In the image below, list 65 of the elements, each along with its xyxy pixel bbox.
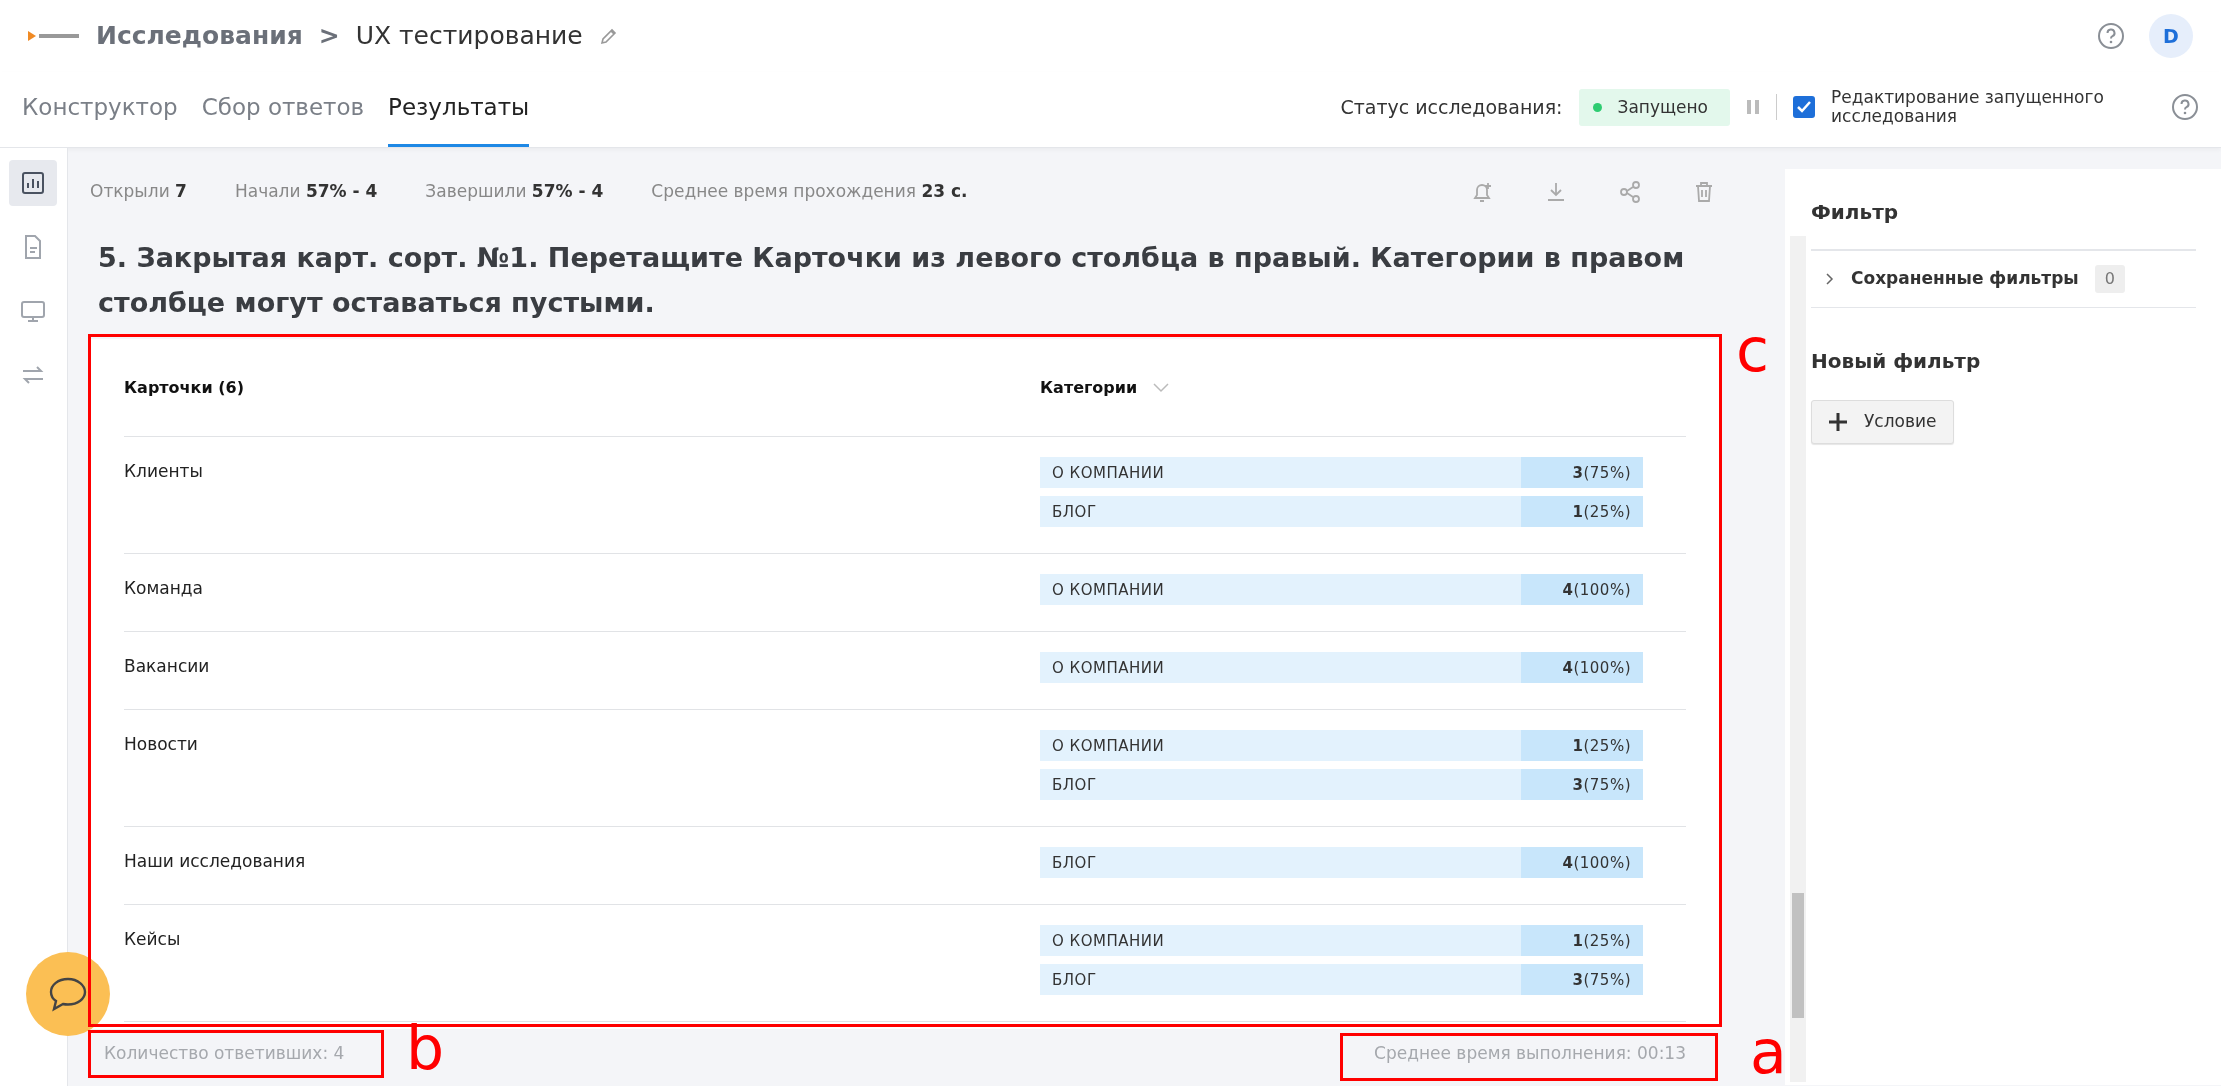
stat-text: Завершили 57% - 4 bbox=[425, 180, 604, 204]
category-result: 3(75%) bbox=[1521, 457, 1643, 489]
help-icon[interactable] bbox=[2097, 22, 2125, 50]
stat-text: Среднее время прохождения 23 с. bbox=[651, 180, 968, 204]
annotation-label: a bbox=[1750, 1022, 1787, 1082]
chevron-right-icon[interactable] bbox=[1825, 272, 1835, 286]
count-badge: 0 bbox=[2094, 265, 2125, 293]
checkmark-icon bbox=[1797, 101, 1811, 114]
category-name: О КОМПАНИИ bbox=[1040, 730, 1521, 762]
category-result: 1(25%) bbox=[1521, 730, 1643, 762]
status-badge: Запущено bbox=[1578, 88, 1730, 127]
category-name: О КОМПАНИИ bbox=[1040, 574, 1521, 606]
chevron-down-icon[interactable] bbox=[1153, 382, 1170, 393]
share-icon[interactable] bbox=[1617, 179, 1643, 205]
card-name: Новости bbox=[124, 733, 199, 757]
stat-text: Начали 57% - 4 bbox=[234, 180, 378, 204]
category-result: 3(75%) bbox=[1521, 964, 1643, 996]
add-condition-button[interactable]: Условие bbox=[1811, 400, 1954, 444]
category-result: 4(100%) bbox=[1521, 574, 1643, 606]
category-result: 4(100%) bbox=[1521, 847, 1643, 879]
checkbox[interactable] bbox=[1793, 96, 1815, 119]
card-name: Клиенты bbox=[124, 460, 204, 484]
category-result: 4(100%) bbox=[1521, 652, 1643, 684]
category-name: БЛОГ bbox=[1040, 769, 1521, 801]
tab[interactable]: Результаты bbox=[388, 71, 530, 147]
logo-icon bbox=[28, 29, 80, 43]
section-title: Новый фильтр bbox=[1811, 348, 1982, 375]
study-title: UX тестирование bbox=[355, 20, 583, 53]
tab[interactable]: Конструктор bbox=[22, 71, 178, 147]
card-name: Наши исследования bbox=[124, 850, 307, 874]
annotation-label: c bbox=[1736, 320, 1769, 380]
category-result: 3(75%) bbox=[1521, 769, 1643, 801]
chart-icon[interactable] bbox=[9, 160, 57, 206]
card-name: Кейсы bbox=[124, 928, 182, 952]
category-name: О КОМПАНИИ bbox=[1040, 652, 1521, 684]
breadcrumb-link[interactable]: Исследования bbox=[96, 17, 303, 55]
plus-icon bbox=[1828, 411, 1848, 432]
user-avatar[interactable]: D bbox=[2149, 14, 2193, 58]
pause-icon[interactable] bbox=[1746, 98, 1760, 117]
saved-filters-toggle[interactable]: Сохраненные фильтры bbox=[1851, 266, 2079, 292]
category-name: БЛОГ bbox=[1040, 496, 1521, 528]
stat-text: Открыли 7 bbox=[90, 180, 187, 204]
card-name: Вакансии bbox=[124, 655, 211, 679]
category-name: О КОМПАНИИ bbox=[1040, 925, 1521, 957]
annotation-label: b bbox=[406, 1018, 445, 1078]
category-name: БЛОГ bbox=[1040, 964, 1521, 996]
respondents-count: Количество ответивших: 4 bbox=[104, 1042, 345, 1066]
checkbox-label: Редактирование запущенного исследования bbox=[1831, 87, 2105, 127]
average-time: Среднее время выполнения: 00:13 bbox=[1374, 1042, 1686, 1066]
category-name: БЛОГ bbox=[1040, 847, 1521, 879]
panel-title: Фильтр bbox=[1811, 199, 1900, 226]
card-name: Команда bbox=[124, 577, 204, 601]
speech-bubble-icon bbox=[48, 976, 88, 1012]
question-title: 5. Закрытая карт. сорт. №1. Перетащите Карточки из левого столбца в правый. Категории в правом столбце могут оставаться пустыми. bbox=[97, 241, 1686, 320]
pencil-icon[interactable] bbox=[598, 26, 619, 46]
breadcrumb-separator: > bbox=[318, 20, 340, 53]
category-result: 1(25%) bbox=[1521, 925, 1643, 957]
column-header: Карточки (6) bbox=[124, 376, 245, 399]
help-icon[interactable] bbox=[2171, 93, 2199, 122]
category-result: 1(25%) bbox=[1521, 496, 1643, 528]
scrollbar[interactable] bbox=[1790, 236, 1806, 1082]
tab[interactable]: Сбор ответов bbox=[201, 71, 365, 147]
status-label: Статус исследования: bbox=[1340, 95, 1563, 121]
category-name: О КОМПАНИИ bbox=[1040, 457, 1521, 489]
column-header[interactable]: Категории bbox=[1040, 375, 1138, 400]
